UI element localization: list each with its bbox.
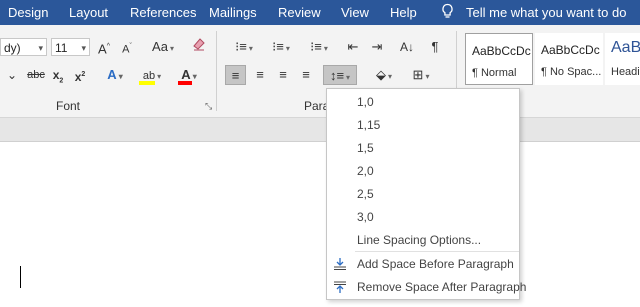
numbering-icon[interactable]: ⁝≡ ▾ — [264, 37, 298, 57]
lightbulb-icon[interactable] — [441, 3, 454, 20]
text-cursor — [20, 266, 21, 288]
add-space-before-icon — [333, 257, 347, 274]
line-spacing-option[interactable]: 1,5 — [357, 141, 374, 155]
line-spacing-option[interactable]: 2,0 — [357, 164, 374, 178]
font-dialog-launcher-icon[interactable]: ⤡ — [205, 101, 212, 112]
tab-review[interactable]: Review — [278, 5, 321, 20]
line-spacing-options-item[interactable]: Line Spacing Options... — [357, 233, 481, 247]
tell-me-search[interactable]: Tell me what you want to do — [466, 5, 626, 20]
tab-mailings[interactable]: Mailings — [209, 5, 257, 20]
borders-icon[interactable]: ⊞ ▾ — [406, 65, 436, 85]
style-no-spacing[interactable]: AaBbCcDc ¶ No Spac... — [535, 33, 603, 85]
text-highlight-icon[interactable]: ab ▾ — [137, 65, 167, 85]
tab-layout[interactable]: Layout — [69, 5, 108, 20]
style-name: Headi — [611, 66, 640, 78]
ribbon-tab-bar: Design Layout References Mailings Review… — [0, 0, 640, 25]
text-effects-icon[interactable]: A ▾ — [100, 65, 130, 85]
style-sample: AaBbCcDc — [541, 43, 600, 57]
font-name-value: dy) — [4, 41, 21, 55]
clear-formatting-icon[interactable] — [190, 37, 208, 57]
font-size-combo[interactable]: 11 ▾ — [51, 38, 90, 56]
tab-help[interactable]: Help — [390, 5, 417, 20]
style-name: ¶ No Spac... — [541, 66, 602, 78]
font-size-value: 11 — [55, 41, 68, 55]
line-spacing-menu: 1,0 1,15 1,5 2,0 2,5 3,0 Line Spacing Op… — [326, 88, 526, 300]
style-sample: AaB — [611, 39, 640, 56]
menu-separator — [355, 251, 519, 252]
group-divider — [216, 31, 217, 111]
add-space-before-item[interactable]: Add Space Before Paragraph — [357, 257, 514, 271]
shrink-font-icon[interactable]: Aˇ — [119, 37, 135, 57]
line-spacing-option[interactable]: 2,5 — [357, 187, 374, 201]
ruler-strip — [0, 118, 640, 142]
change-case-icon[interactable]: Aa ▾ — [146, 37, 180, 57]
tab-view[interactable]: View — [341, 5, 369, 20]
decrease-indent-icon[interactable]: ⇤ — [344, 37, 362, 57]
style-sample: AaBbCcDc — [472, 44, 531, 58]
underline-icon[interactable]: ⌄ — [0, 65, 24, 85]
chevron-down-icon[interactable]: ▾ — [38, 39, 43, 55]
line-spacing-option[interactable]: 1,15 — [357, 118, 380, 132]
style-heading[interactable]: AaB Headi — [605, 33, 640, 85]
font-color-icon[interactable]: A ▾ — [174, 65, 204, 85]
remove-space-after-icon — [333, 280, 347, 297]
tab-references[interactable]: References — [130, 5, 196, 20]
remove-space-after-item[interactable]: Remove Space After Paragraph — [357, 280, 526, 294]
align-right-icon[interactable]: ≡ — [274, 65, 292, 85]
style-normal[interactable]: AaBbCcDc ¶ Normal — [465, 33, 533, 85]
line-spacing-button[interactable]: ↕≡ ▾ — [323, 65, 357, 85]
sort-icon[interactable]: A↓ — [397, 37, 417, 57]
line-spacing-option[interactable]: 1,0 — [357, 95, 374, 109]
align-center-icon[interactable]: ≡ — [251, 65, 269, 85]
multilevel-list-icon[interactable]: ⁝≡ ▾ — [302, 37, 336, 57]
strikethrough-icon[interactable]: abc — [24, 65, 48, 85]
chevron-down-icon[interactable]: ▾ — [81, 39, 86, 55]
font-group-label: Font — [56, 99, 81, 113]
align-left-button[interactable]: ≡ — [225, 65, 246, 85]
subscript-icon[interactable]: x2 — [50, 65, 66, 85]
grow-font-icon[interactable]: A^ — [96, 37, 112, 57]
tab-design[interactable]: Design — [8, 5, 48, 20]
bullets-icon[interactable]: ⁝≡ ▾ — [227, 37, 261, 57]
home-ribbon: dy) ▾ 11 ▾ A^ Aˇ Aa ▾ ⌄ abc x2 x2 A ▾ ab ▾ A ▾… — [0, 25, 640, 118]
document-page[interactable] — [0, 142, 640, 307]
justify-icon[interactable]: ≡ — [297, 65, 315, 85]
shading-icon[interactable]: ⬙ ▾ — [369, 65, 399, 85]
pilcrow-icon[interactable]: ¶ — [427, 37, 443, 57]
superscript-icon[interactable]: x2 — [72, 65, 88, 85]
line-spacing-option[interactable]: 3,0 — [357, 210, 374, 224]
style-name: ¶ Normal — [472, 67, 517, 79]
font-name-combo[interactable]: dy) ▾ — [0, 38, 47, 56]
increase-indent-icon[interactable]: ⇥ — [368, 37, 386, 57]
